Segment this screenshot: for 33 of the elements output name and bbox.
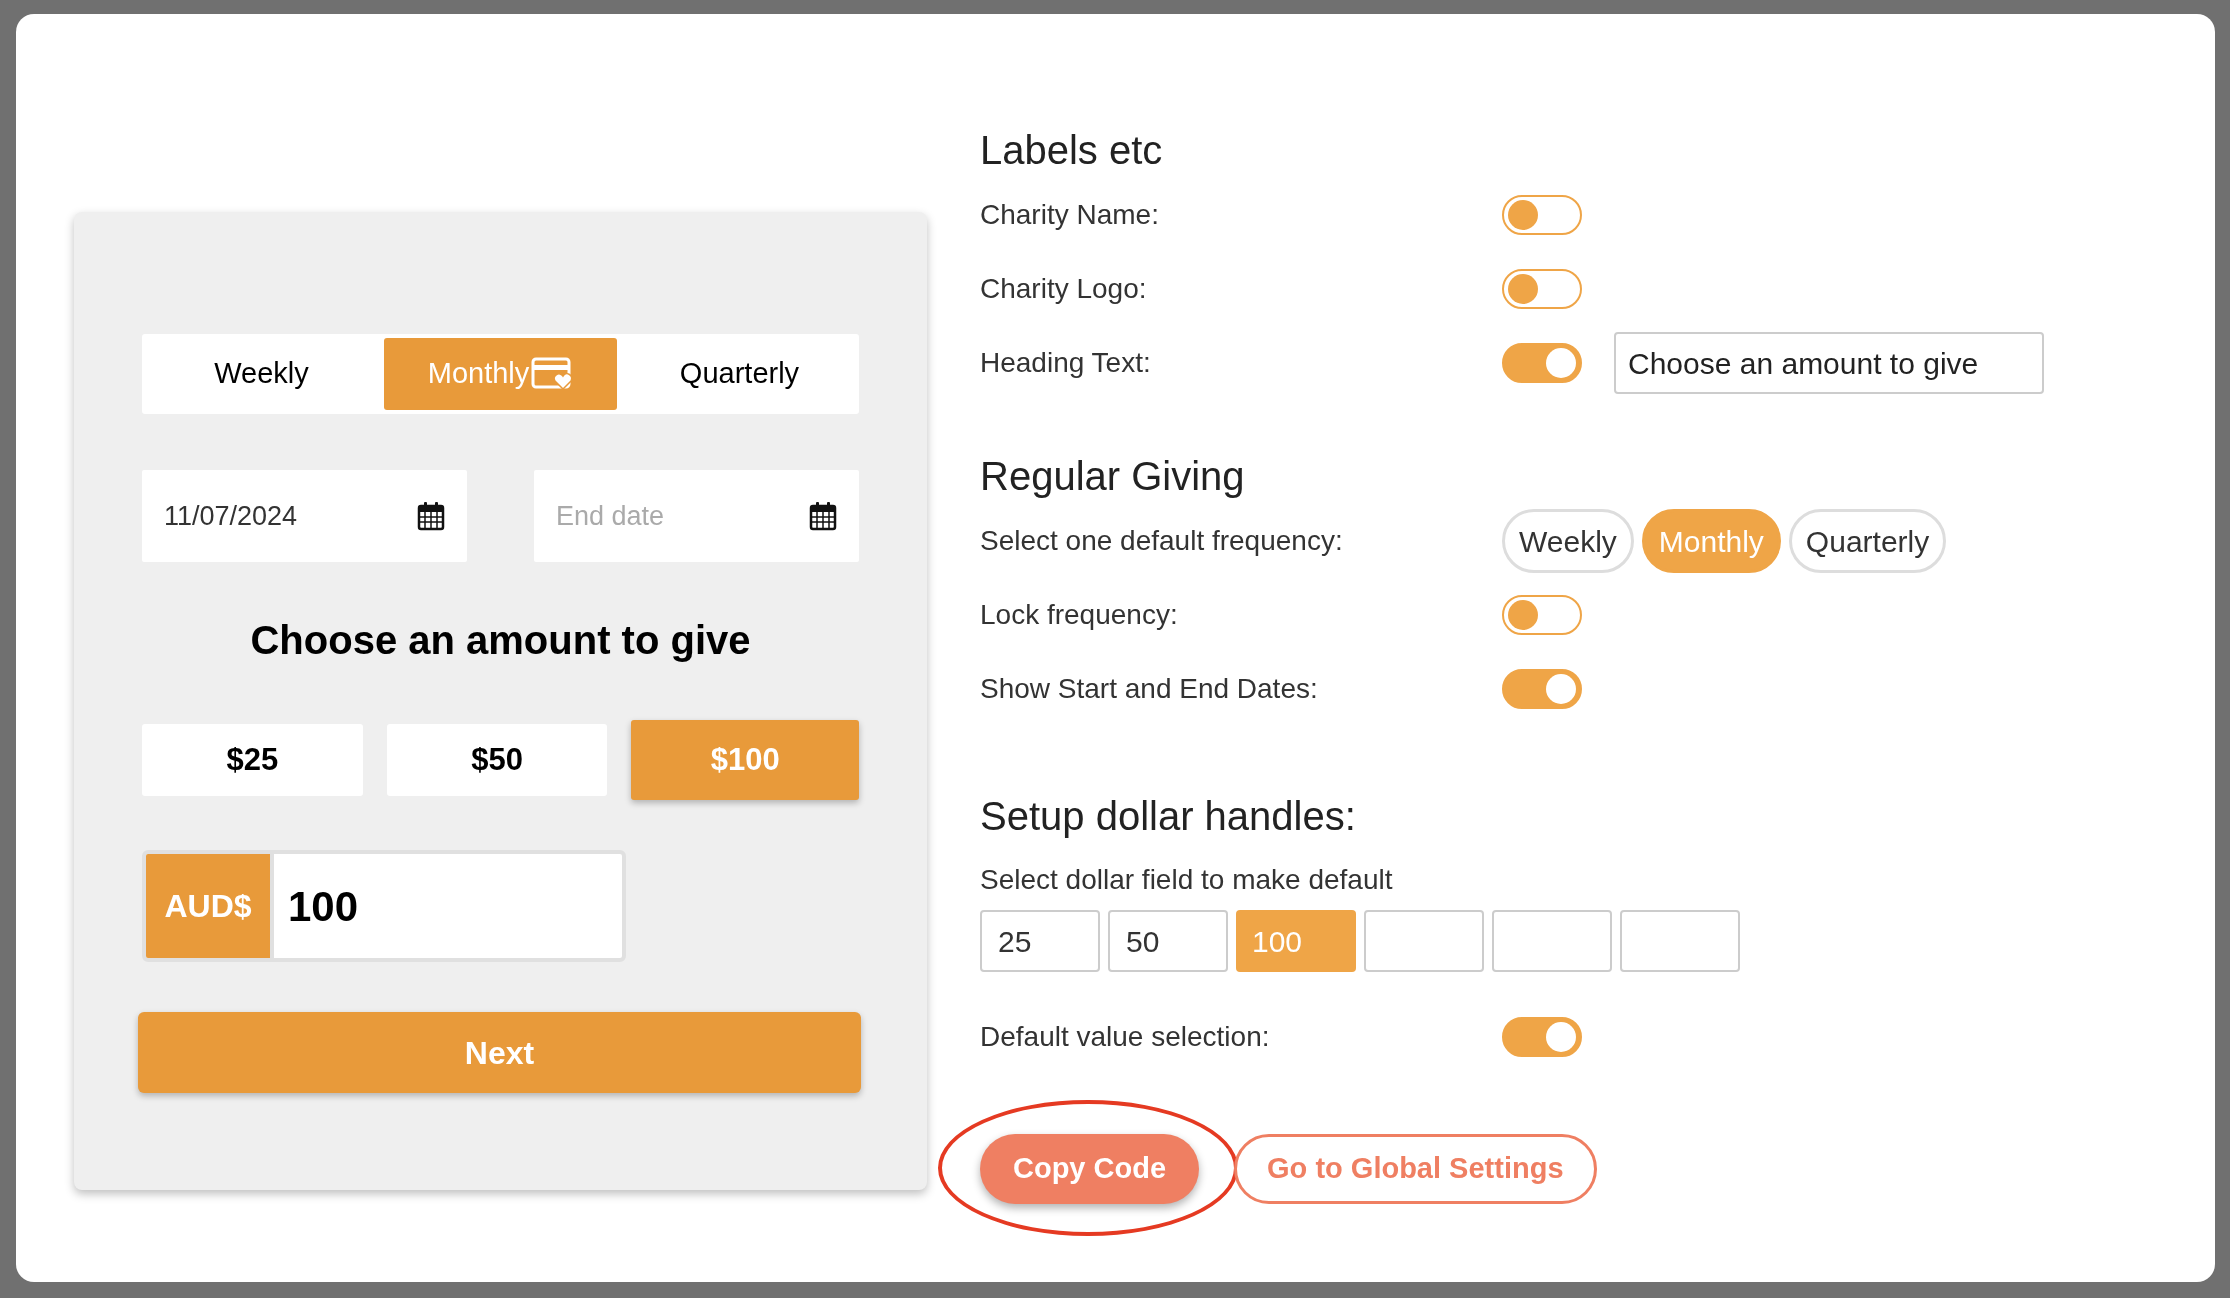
amount-button[interactable]: $50: [386, 724, 608, 796]
setting-label: Default value selection:: [980, 1020, 1271, 1054]
setting-label: Select one default frequency:: [980, 524, 1344, 558]
setting-label: Charity Logo:: [980, 272, 1148, 306]
toggle-switch[interactable]: [1502, 269, 1582, 309]
dollar-field[interactable]: [1620, 910, 1740, 972]
calendar-icon[interactable]: [809, 501, 837, 531]
dollar-field[interactable]: [1364, 910, 1484, 972]
section-title: Setup dollar handles:: [980, 793, 1357, 840]
frequency-pill[interactable]: Weekly: [1502, 509, 1634, 573]
heading-text-field[interactable]: Choose an amount to give: [1614, 332, 2044, 394]
setting-label: Lock frequency:: [980, 598, 1179, 632]
toggle-switch[interactable]: [1502, 343, 1582, 383]
field-label: Select dollar field to make default: [980, 863, 1394, 897]
setting-label: Charity Name:: [980, 198, 1160, 232]
calendar-icon[interactable]: [417, 501, 445, 531]
toggle-switch[interactable]: [1502, 1017, 1582, 1057]
form-heading: Choose an amount to give: [249, 617, 752, 664]
amount-input-field[interactable]: AUD$ 100: [142, 850, 626, 962]
dollar-field[interactable]: 25: [980, 910, 1100, 972]
start-date-field[interactable]: 11/07/2024: [142, 470, 467, 562]
dollar-field[interactable]: [1492, 910, 1612, 972]
amount-button[interactable]: $25: [142, 724, 363, 796]
toggle-switch[interactable]: [1502, 195, 1582, 235]
toggle-switch[interactable]: [1502, 595, 1582, 635]
section-title: Regular Giving: [980, 453, 1246, 500]
currency-label: AUD$: [146, 854, 274, 958]
dollar-field[interactable]: 50: [1108, 910, 1228, 972]
setting-label: Heading Text:: [980, 346, 1152, 380]
toggle-switch[interactable]: [1502, 669, 1582, 709]
frequency-pill[interactable]: Quarterly: [1788, 509, 1947, 573]
setting-label: Show Start and End Dates:: [980, 672, 1319, 706]
section-title: Labels etc: [980, 127, 1164, 174]
